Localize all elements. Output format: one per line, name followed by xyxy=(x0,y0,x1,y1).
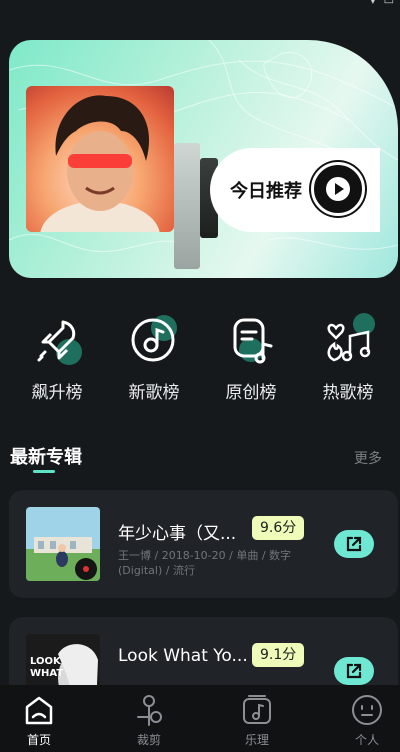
category-label: 热歌榜 xyxy=(322,383,374,403)
status-icons: ▾ ▭ xyxy=(370,0,394,7)
scissors-icon xyxy=(132,693,166,727)
category-label: 新歌榜 xyxy=(128,383,180,403)
open-album-button[interactable] xyxy=(334,530,374,558)
open-album-button[interactable] xyxy=(334,657,374,685)
bottom-nav: 首页 裁剪 乐理 个人 xyxy=(0,685,400,752)
external-link-icon xyxy=(346,663,362,679)
stacked-album-cover xyxy=(174,143,200,269)
score-badge: 9.1分 xyxy=(252,643,305,667)
album-cover xyxy=(26,507,100,581)
category-label: 飙升榜 xyxy=(31,383,83,403)
featured-album-cover[interactable] xyxy=(26,86,174,232)
section-title: 最新专辑 xyxy=(10,447,82,468)
category-new-songs[interactable]: 新歌榜 xyxy=(109,312,199,403)
home-icon xyxy=(22,693,56,727)
music-theory-icon xyxy=(240,693,274,727)
vinyl-disc-icon xyxy=(126,312,182,368)
nav-label: 裁剪 xyxy=(136,733,161,747)
play-button[interactable] xyxy=(311,162,365,216)
nav-music-theory[interactable]: 乐理 xyxy=(222,693,292,748)
nav-home[interactable]: 首页 xyxy=(4,693,74,748)
section-underline xyxy=(33,470,55,473)
category-hot-songs[interactable]: 热歌榜 xyxy=(303,312,393,403)
nav-label: 个人 xyxy=(354,733,379,747)
category-rising-chart[interactable]: 飙升榜 xyxy=(12,312,102,403)
external-link-icon xyxy=(346,536,362,552)
svg-text:WHAT: WHAT xyxy=(30,668,63,679)
more-link[interactable]: 更多 xyxy=(354,448,382,468)
nav-label: 乐理 xyxy=(244,733,269,747)
album-cover-art xyxy=(26,507,100,581)
category-label: 原创榜 xyxy=(225,383,277,403)
nav-profile[interactable]: 个人 xyxy=(332,693,400,748)
album-title: 年少心事（又... xyxy=(118,524,237,544)
hot-music-icon xyxy=(320,312,376,368)
nav-label: 首页 xyxy=(26,733,51,747)
portrait-image xyxy=(40,95,160,232)
album-meta: 王一博 / 2018-10-20 / 单曲 / 数字(Digital) / 流行 xyxy=(118,549,292,577)
album-card[interactable]: 年少心事（又... 9.6分 王一博 / 2018-10-20 / 单曲 / 数… xyxy=(9,490,398,598)
category-original[interactable]: 原创榜 xyxy=(206,312,296,403)
status-bar: ▾ ▭ xyxy=(0,0,400,14)
play-icon xyxy=(326,177,350,201)
album-title: Look What Yo... xyxy=(118,646,248,666)
nav-edit[interactable]: 裁剪 xyxy=(114,693,184,748)
rocket-icon xyxy=(29,312,85,368)
battery-icon: ▭ xyxy=(383,0,394,7)
signal-icon: ▾ xyxy=(370,0,376,7)
svg-text:LOOK: LOOK xyxy=(30,656,62,667)
recommend-label: 今日推荐 xyxy=(230,181,302,202)
score-badge: 9.6分 xyxy=(252,516,305,540)
note-document-icon xyxy=(223,312,279,368)
profile-face-icon xyxy=(350,693,384,727)
